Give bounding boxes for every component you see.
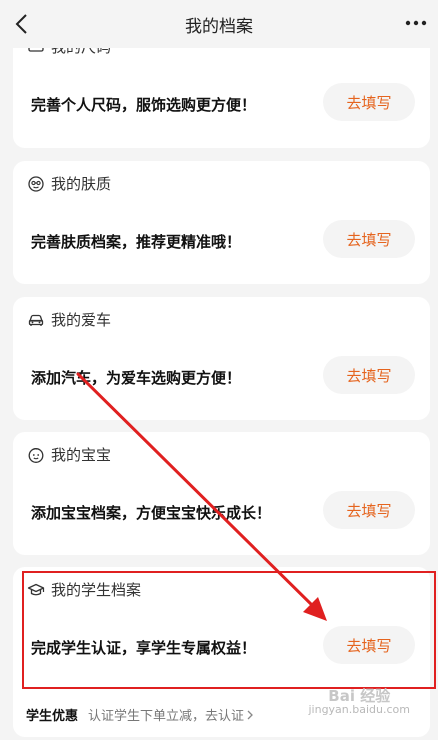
student-discount-title: 学生优惠 bbox=[26, 709, 79, 724]
watermark-sub: jingyan.baidu.com bbox=[308, 703, 410, 716]
student-fill-button[interactable]: 去填写 bbox=[323, 626, 415, 664]
card-car-header: 我的爱车 bbox=[27, 309, 111, 330]
size-fill-button[interactable]: 去填写 bbox=[323, 83, 415, 121]
card-skin-desc: 完善肤质档案，推荐更精准哦！ bbox=[31, 233, 242, 251]
page-title: 我的档案 bbox=[185, 16, 253, 37]
card-size-desc: 完善个人尺码，服饰选购更方便！ bbox=[31, 96, 257, 114]
card-baby-title: 我的宝宝 bbox=[51, 446, 112, 464]
card-baby-header: 我的宝宝 bbox=[27, 444, 111, 465]
card-car-desc: 添加汽车，为爱车选购更方便！ bbox=[31, 369, 242, 387]
top-nav-bar: 我的档案 bbox=[0, 0, 438, 48]
card-skin: 我的肤质 完善肤质档案，推荐更精准哦！ 去填写 bbox=[13, 161, 430, 284]
watermark-main: Bai 经验 bbox=[328, 687, 391, 705]
student-verify-link[interactable]: 认证学生下单立减，去认证 bbox=[88, 705, 254, 724]
card-car-title: 我的爱车 bbox=[51, 311, 112, 329]
card-skin-title: 我的肤质 bbox=[51, 175, 112, 193]
back-button[interactable] bbox=[8, 10, 34, 38]
more-dots-icon bbox=[405, 20, 427, 26]
student-verify-link-label: 认证学生下单立减，去认证 bbox=[88, 709, 245, 724]
baby-fill-button[interactable]: 去填写 bbox=[323, 491, 415, 529]
car-fill-button[interactable]: 去填写 bbox=[323, 356, 415, 394]
car-icon bbox=[28, 314, 44, 326]
graduation-cap-icon bbox=[27, 583, 45, 595]
card-skin-header: 我的肤质 bbox=[27, 173, 111, 194]
card-student-desc: 完成学生认证，享学生专属权益！ bbox=[31, 639, 257, 657]
watermark: Bai 经验 jingyan.baidu.com bbox=[308, 687, 410, 717]
card-student-title: 我的学生档案 bbox=[51, 581, 142, 599]
card-student-header: 我的学生档案 bbox=[27, 579, 141, 600]
chevron-right-icon bbox=[247, 710, 253, 719]
chevron-left-icon bbox=[15, 14, 27, 34]
student-discount-row[interactable]: 学生优惠 认证学生下单立减，去认证 bbox=[26, 705, 254, 724]
card-baby: 我的宝宝 添加宝宝档案，方便宝宝快乐成长！ 去填写 bbox=[13, 432, 430, 555]
card-baby-desc: 添加宝宝档案，方便宝宝快乐成长！ bbox=[31, 504, 272, 522]
baby-icon bbox=[28, 447, 44, 463]
card-car: 我的爱车 添加汽车，为爱车选购更方便！ 去填写 bbox=[13, 297, 430, 420]
more-button[interactable] bbox=[402, 12, 430, 34]
skin-fill-button[interactable]: 去填写 bbox=[323, 220, 415, 258]
face-icon bbox=[28, 175, 44, 192]
